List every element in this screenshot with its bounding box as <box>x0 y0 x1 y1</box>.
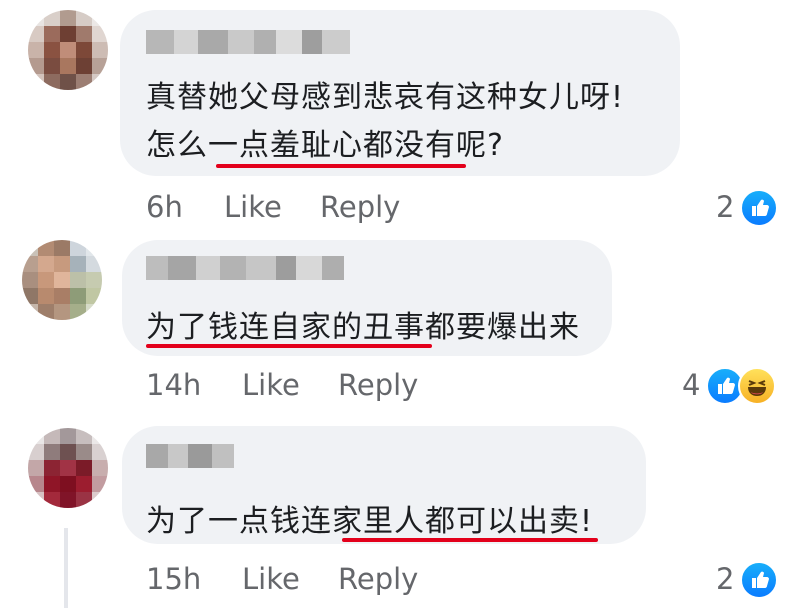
timestamp[interactable]: 14h <box>146 368 201 402</box>
reply-button[interactable]: Reply <box>320 190 400 224</box>
like-icon[interactable] <box>740 189 778 227</box>
comment-text: 怎么一点羞耻心都没有呢? <box>146 128 504 163</box>
reaction-count[interactable]: 2 <box>716 562 734 596</box>
comment-text: 为了一点钱连家里人都可以出卖! <box>146 504 594 539</box>
reply-button[interactable]: Reply <box>338 562 418 596</box>
comment-3: 为了一点钱连家里人都可以出卖! 15h Like Reply 2 <box>0 420 800 608</box>
highlight-underline <box>146 344 432 348</box>
like-button[interactable]: Like <box>242 562 300 596</box>
comment-1: 真替她父母感到悲哀有这种女儿呀! 怎么一点羞耻心都没有呢? 6h Like Re… <box>0 0 800 230</box>
timestamp[interactable]: 15h <box>146 562 201 596</box>
reaction-count[interactable]: 2 <box>716 190 734 224</box>
like-button[interactable]: Like <box>242 368 300 402</box>
comment-text: 为了钱连自家的丑事都要爆出来 <box>146 310 580 345</box>
avatar[interactable] <box>28 428 108 508</box>
author-name-blurred[interactable] <box>146 256 344 280</box>
highlight-underline <box>216 164 466 168</box>
comment-text: 真替她父母感到悲哀有这种女儿呀! <box>146 80 625 115</box>
avatar[interactable] <box>28 10 108 90</box>
author-name-blurred[interactable] <box>146 444 234 468</box>
reply-button[interactable]: Reply <box>338 368 418 402</box>
thread-line <box>64 528 68 608</box>
haha-icon[interactable] <box>738 367 776 405</box>
comment-2: 为了钱连自家的丑事都要爆出来 14h Like Reply 4 <box>0 230 800 420</box>
reaction-count[interactable]: 4 <box>682 368 700 402</box>
highlight-underline <box>342 538 598 542</box>
like-button[interactable]: Like <box>224 190 282 224</box>
timestamp[interactable]: 6h <box>146 190 183 224</box>
like-icon[interactable] <box>740 561 778 599</box>
author-name-blurred[interactable] <box>146 30 350 54</box>
avatar[interactable] <box>22 240 102 320</box>
